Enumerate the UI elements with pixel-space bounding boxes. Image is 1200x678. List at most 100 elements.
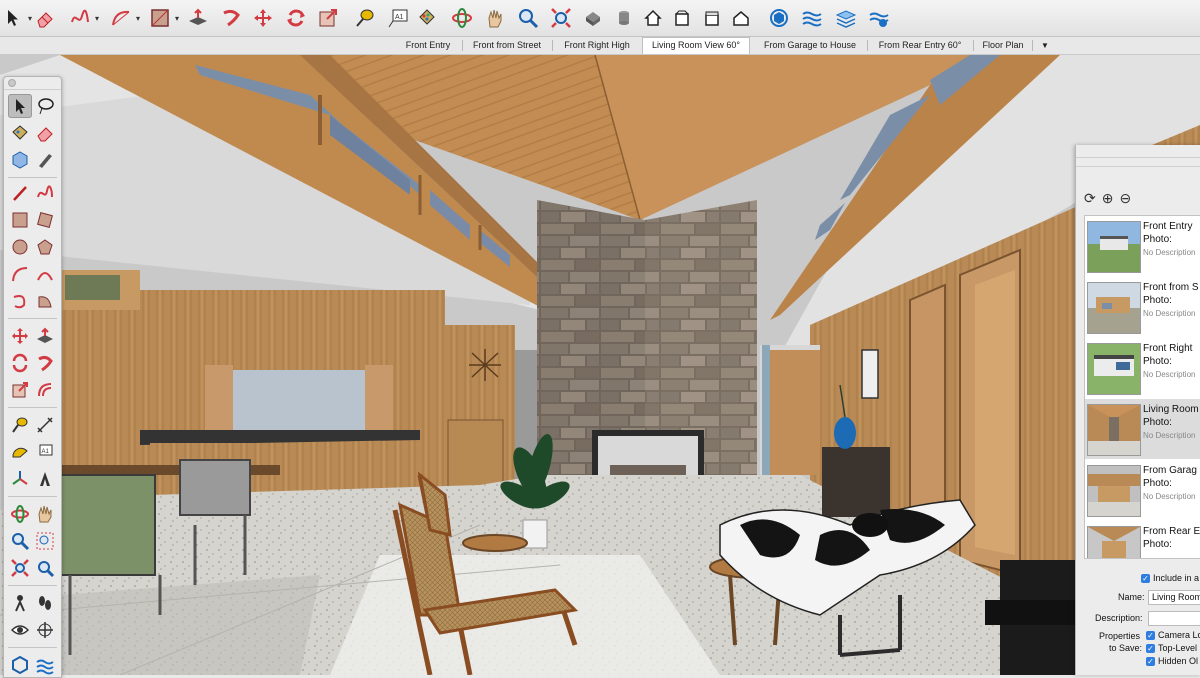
palette-walk-button[interactable] bbox=[33, 591, 57, 615]
checkbox-checked-icon[interactable]: ✓ bbox=[1146, 657, 1155, 667]
palette-offset-button[interactable] bbox=[33, 378, 57, 402]
palette-3d-text-button[interactable] bbox=[33, 467, 57, 491]
palette-rectangle-button[interactable] bbox=[8, 208, 32, 232]
scene-item-front-from-street[interactable]: Front from S Photo: No Description bbox=[1085, 277, 1200, 337]
rectangle-tool-button[interactable]: ▾ bbox=[147, 5, 179, 31]
palette-polygon-button[interactable] bbox=[33, 235, 57, 259]
palette-two-point-arc-button[interactable] bbox=[33, 262, 57, 286]
sandbox-button[interactable] bbox=[799, 5, 825, 31]
scale-tool-button[interactable] bbox=[315, 5, 341, 31]
move-tool-button[interactable] bbox=[250, 5, 276, 31]
palette-eraser-button[interactable] bbox=[33, 121, 57, 145]
palette-rotate-button[interactable] bbox=[8, 351, 32, 375]
scene-item-front-right-high[interactable]: Front Right Photo: No Description bbox=[1085, 338, 1200, 398]
tab-from-garage-to-house[interactable]: From Garage to House bbox=[755, 38, 865, 53]
palette-text-button[interactable]: A1 bbox=[33, 440, 57, 464]
palette-lasso-button[interactable] bbox=[33, 94, 57, 118]
palette-protractor-button[interactable] bbox=[8, 440, 32, 464]
palette-contours-button[interactable] bbox=[33, 653, 57, 677]
palette-paint-bucket-button[interactable] bbox=[8, 121, 32, 145]
palette-sandbox-button[interactable] bbox=[8, 653, 32, 677]
palette-three-point-arc-button[interactable] bbox=[8, 289, 32, 313]
side-view-button[interactable] bbox=[699, 5, 725, 31]
tab-living-room-view[interactable]: Living Room View 60° bbox=[642, 37, 750, 54]
layers-button[interactable] bbox=[833, 5, 859, 31]
scene-item-from-garage[interactable]: From Garag Photo: No Description bbox=[1085, 460, 1200, 520]
palette-scale-button[interactable] bbox=[8, 378, 32, 402]
follow-me-tool-button[interactable] bbox=[218, 5, 244, 31]
tab-front-from-street[interactable]: Front from Street bbox=[465, 38, 549, 53]
checkbox-checked-icon[interactable]: ✓ bbox=[1146, 631, 1155, 641]
component-tool-button[interactable] bbox=[611, 5, 637, 31]
select-tool-button[interactable]: ▾ bbox=[0, 5, 32, 31]
palette-follow-me-button[interactable] bbox=[33, 351, 57, 375]
palette-axes-button[interactable] bbox=[8, 467, 32, 491]
arc-tool-button[interactable]: ▾ bbox=[108, 5, 140, 31]
remove-scene-icon[interactable]: ⊖ bbox=[1119, 191, 1131, 205]
scene-description: No Description bbox=[1143, 431, 1196, 440]
palette-line-button[interactable] bbox=[8, 181, 32, 205]
palette-section-plane-button[interactable] bbox=[33, 618, 57, 642]
tab-floor-plan[interactable]: Floor Plan bbox=[976, 38, 1030, 53]
property-top-level[interactable]: ✓ Top-Level bbox=[1146, 643, 1197, 654]
zoom-tool-button[interactable] bbox=[515, 5, 541, 31]
palette-position-camera-button[interactable] bbox=[8, 591, 32, 615]
home-view-button[interactable] bbox=[640, 5, 666, 31]
property-camera-location[interactable]: ✓ Camera Lo bbox=[1146, 630, 1200, 641]
add-scene-icon[interactable]: ⊕ bbox=[1102, 191, 1114, 205]
palette-tape-button[interactable] bbox=[33, 148, 57, 172]
zoom-icon bbox=[519, 9, 539, 29]
pan-tool-button[interactable] bbox=[482, 5, 508, 31]
scene-item-from-rear-entry[interactable]: From Rear E Photo: bbox=[1085, 521, 1200, 558]
palette-zoom-extents-button[interactable] bbox=[8, 556, 32, 580]
palette-dimension-button[interactable] bbox=[33, 413, 57, 437]
push-pull-tool-button[interactable] bbox=[185, 5, 211, 31]
styles-button[interactable] bbox=[866, 5, 892, 31]
palette-look-around-button[interactable] bbox=[8, 618, 32, 642]
tabs-more-icon[interactable]: ▼ bbox=[1036, 38, 1054, 53]
checkbox-checked-icon[interactable]: ✓ bbox=[1141, 574, 1150, 584]
refresh-icon[interactable]: ⟳ bbox=[1084, 191, 1096, 205]
tab-front-entry[interactable]: Front Entry bbox=[397, 38, 459, 53]
text-tool-button[interactable]: A1 bbox=[385, 5, 411, 31]
tab-from-rear-entry[interactable]: From Rear Entry 60° bbox=[870, 38, 970, 53]
palette-previous-view-button[interactable] bbox=[33, 556, 57, 580]
orbit-tool-button[interactable] bbox=[449, 5, 475, 31]
palette-push-pull-button[interactable] bbox=[33, 324, 57, 348]
palette-move-button[interactable] bbox=[8, 324, 32, 348]
tape-measure-tool-button[interactable] bbox=[352, 5, 378, 31]
house-view-button[interactable] bbox=[728, 5, 754, 31]
checkbox-checked-icon[interactable]: ✓ bbox=[1146, 644, 1155, 654]
scene-name-field[interactable]: Living Room bbox=[1148, 590, 1200, 605]
palette-zoom-window-button[interactable] bbox=[33, 529, 57, 553]
eraser-tool-button[interactable] bbox=[32, 5, 58, 31]
palette-zoom-button[interactable] bbox=[8, 529, 32, 553]
palette-freehand-button[interactable] bbox=[33, 181, 57, 205]
rotate-icon bbox=[12, 353, 28, 373]
rectangle-icon bbox=[151, 9, 169, 27]
palette-arc-button[interactable] bbox=[8, 262, 32, 286]
model-viewport[interactable] bbox=[0, 55, 1200, 675]
property-hidden-objects[interactable]: ✓ Hidden Ol bbox=[1146, 656, 1198, 667]
palette-orbit-button[interactable] bbox=[8, 502, 32, 526]
palette-select-button[interactable] bbox=[8, 94, 32, 118]
palette-tape-measure-button[interactable] bbox=[8, 413, 32, 437]
tab-front-right-high[interactable]: Front Right High bbox=[556, 38, 638, 53]
front-view-button[interactable] bbox=[669, 5, 695, 31]
close-icon[interactable] bbox=[8, 79, 16, 87]
palette-rotated-rectangle-button[interactable] bbox=[33, 208, 57, 232]
palette-pie-button[interactable] bbox=[33, 289, 57, 313]
include-in-animation-option[interactable]: ✓ Include in a bbox=[1141, 573, 1199, 584]
freehand-tool-button[interactable]: ▾ bbox=[67, 5, 99, 31]
warehouse-tool-button[interactable] bbox=[580, 5, 606, 31]
extension-warehouse-button[interactable] bbox=[766, 5, 792, 31]
scene-description-field[interactable] bbox=[1148, 611, 1200, 626]
scene-item-living-room[interactable]: Living Room Photo: No Description bbox=[1085, 399, 1200, 459]
palette-pan-button[interactable] bbox=[33, 502, 57, 526]
palette-circle-button[interactable] bbox=[8, 235, 32, 259]
zoom-extents-tool-button[interactable] bbox=[548, 5, 574, 31]
palette-component-button[interactable] bbox=[8, 148, 32, 172]
paint-bucket-tool-button[interactable] bbox=[414, 5, 440, 31]
scene-item-front-entry[interactable]: Front Entry Photo: No Description bbox=[1085, 216, 1200, 276]
rotate-tool-button[interactable] bbox=[283, 5, 309, 31]
